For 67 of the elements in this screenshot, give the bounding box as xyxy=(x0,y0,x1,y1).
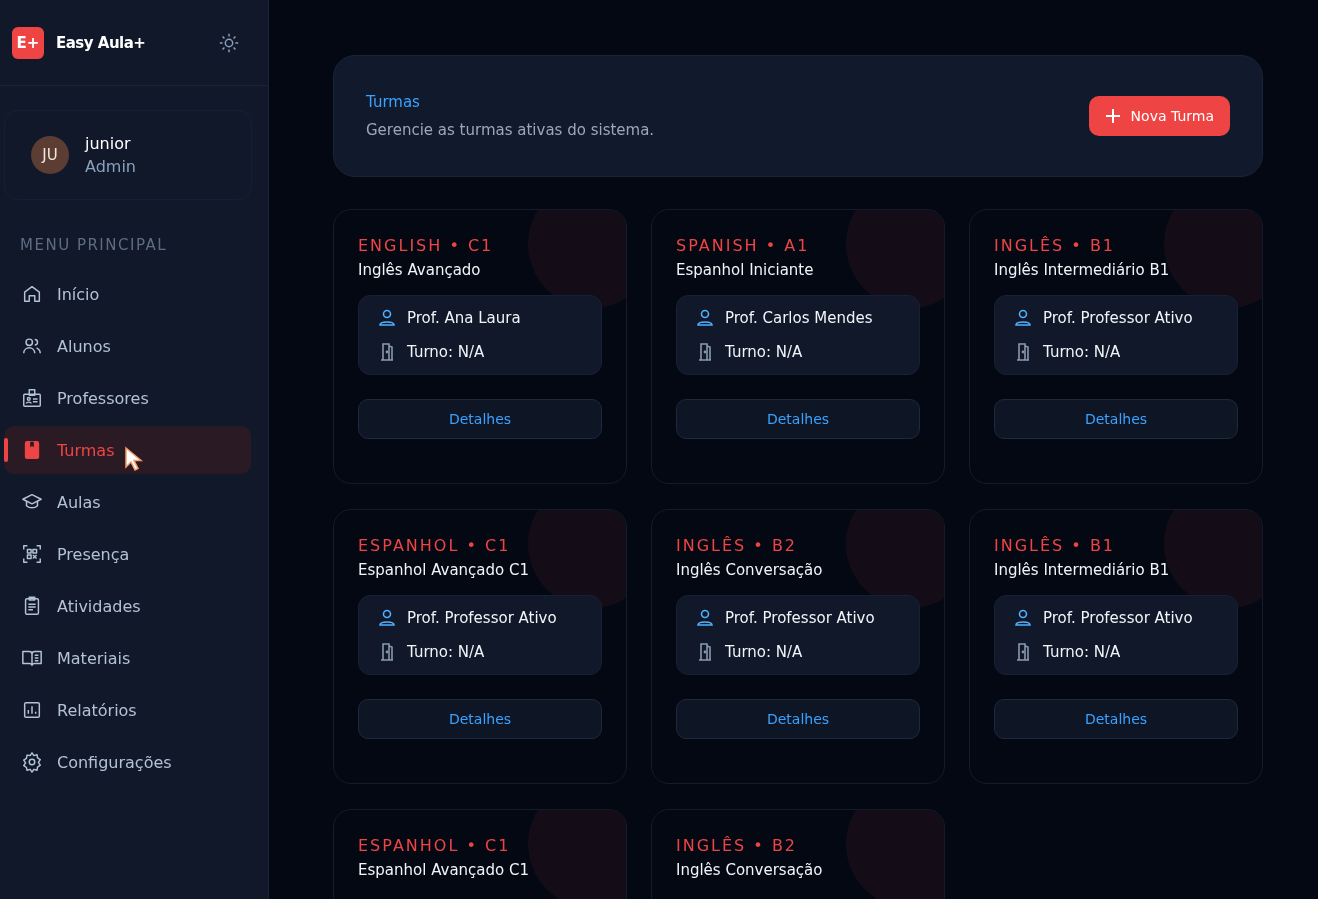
menu-heading: MENU PRINCIPAL xyxy=(20,236,169,254)
class-title: Espanhol Avançado C1 xyxy=(358,861,530,879)
shift-text: Turno: N/A xyxy=(407,343,485,361)
sun-icon[interactable] xyxy=(218,31,240,54)
class-tag: ENGLISH • C1 xyxy=(358,236,602,255)
class-title: Inglês Avançado xyxy=(358,261,482,279)
person-icon xyxy=(1013,608,1033,628)
menu-item[interactable]: Configurações xyxy=(4,738,251,786)
menu-item[interactable]: Professores xyxy=(4,374,251,422)
class-title: Inglês Conversação xyxy=(676,861,824,879)
menu-item[interactable]: Materiais xyxy=(4,634,251,682)
details-button[interactable]: Detalhes xyxy=(994,699,1238,739)
class-title: Inglês Intermediário B1 xyxy=(994,261,1171,279)
teacher-name: Prof. Ana Laura xyxy=(407,309,521,327)
class-title: Espanhol Avançado C1 xyxy=(358,561,530,579)
plus-icon xyxy=(1104,108,1121,124)
gear-icon xyxy=(21,751,43,773)
menu-item[interactable]: Alunos xyxy=(4,322,251,370)
page-subtitle: Gerencie as turmas ativas do sistema. xyxy=(366,121,655,139)
class-title: Espanhol Iniciante xyxy=(676,261,815,279)
shift-text: Turno: N/A xyxy=(725,643,803,661)
class-tag: INGLÊS • B1 xyxy=(994,536,1238,555)
menu-item[interactable]: Presença xyxy=(4,530,251,578)
class-title: Inglês Intermediário B1 xyxy=(994,561,1171,579)
home-icon xyxy=(21,283,43,305)
user-name: junior xyxy=(85,134,132,153)
person-icon xyxy=(695,308,715,328)
shift-text: Turno: N/A xyxy=(407,643,485,661)
menu-item[interactable]: Relatórios xyxy=(4,686,251,734)
menu-item[interactable]: Turmas xyxy=(4,426,251,474)
qr-icon xyxy=(21,543,43,565)
class-tag: ESPANHOL • C1 xyxy=(358,536,602,555)
teacher-name: Prof. Professor Ativo xyxy=(1043,609,1193,627)
shift-text: Turno: N/A xyxy=(725,343,803,361)
menu-item[interactable]: Aulas xyxy=(4,478,251,526)
menu-item[interactable]: Atividades xyxy=(4,582,251,630)
teacher-name: Prof. Professor Ativo xyxy=(1043,309,1193,327)
details-button[interactable]: Detalhes xyxy=(676,699,920,739)
class-title: Inglês Conversação xyxy=(676,561,824,579)
person-icon xyxy=(377,308,397,328)
user-role: Admin xyxy=(85,157,136,176)
page-title: Turmas xyxy=(366,93,421,111)
class-tag: ESPANHOL • C1 xyxy=(358,836,602,855)
menu-item[interactable]: Início xyxy=(4,270,251,318)
details-button[interactable]: Detalhes xyxy=(358,399,602,439)
cursor-icon xyxy=(124,446,144,472)
badge-icon xyxy=(21,387,43,409)
shift-text: Turno: N/A xyxy=(1043,643,1121,661)
teacher-name: Prof. Professor Ativo xyxy=(725,609,875,627)
class-tag: SPANISH • A1 xyxy=(676,236,920,255)
details-button[interactable]: Detalhes xyxy=(994,399,1238,439)
teacher-name: Prof. Professor Ativo xyxy=(407,609,557,627)
person-icon xyxy=(695,608,715,628)
class-tag: INGLÊS • B2 xyxy=(676,536,920,555)
person-icon xyxy=(377,608,397,628)
shift-text: Turno: N/A xyxy=(1043,343,1121,361)
class-tag: INGLÊS • B1 xyxy=(994,236,1238,255)
details-button[interactable]: Detalhes xyxy=(358,699,602,739)
new-class-button[interactable]: Nova Turma xyxy=(1088,96,1230,136)
person-icon xyxy=(1013,308,1033,328)
logo: E+ xyxy=(12,26,44,59)
avatar: JU xyxy=(31,136,69,174)
details-button[interactable]: Detalhes xyxy=(676,399,920,439)
class-tag: INGLÊS • B2 xyxy=(676,836,920,855)
teacher-name: Prof. Carlos Mendes xyxy=(725,309,873,327)
brand-name: Easy Aula+ xyxy=(56,33,146,52)
chart-icon xyxy=(21,699,43,721)
